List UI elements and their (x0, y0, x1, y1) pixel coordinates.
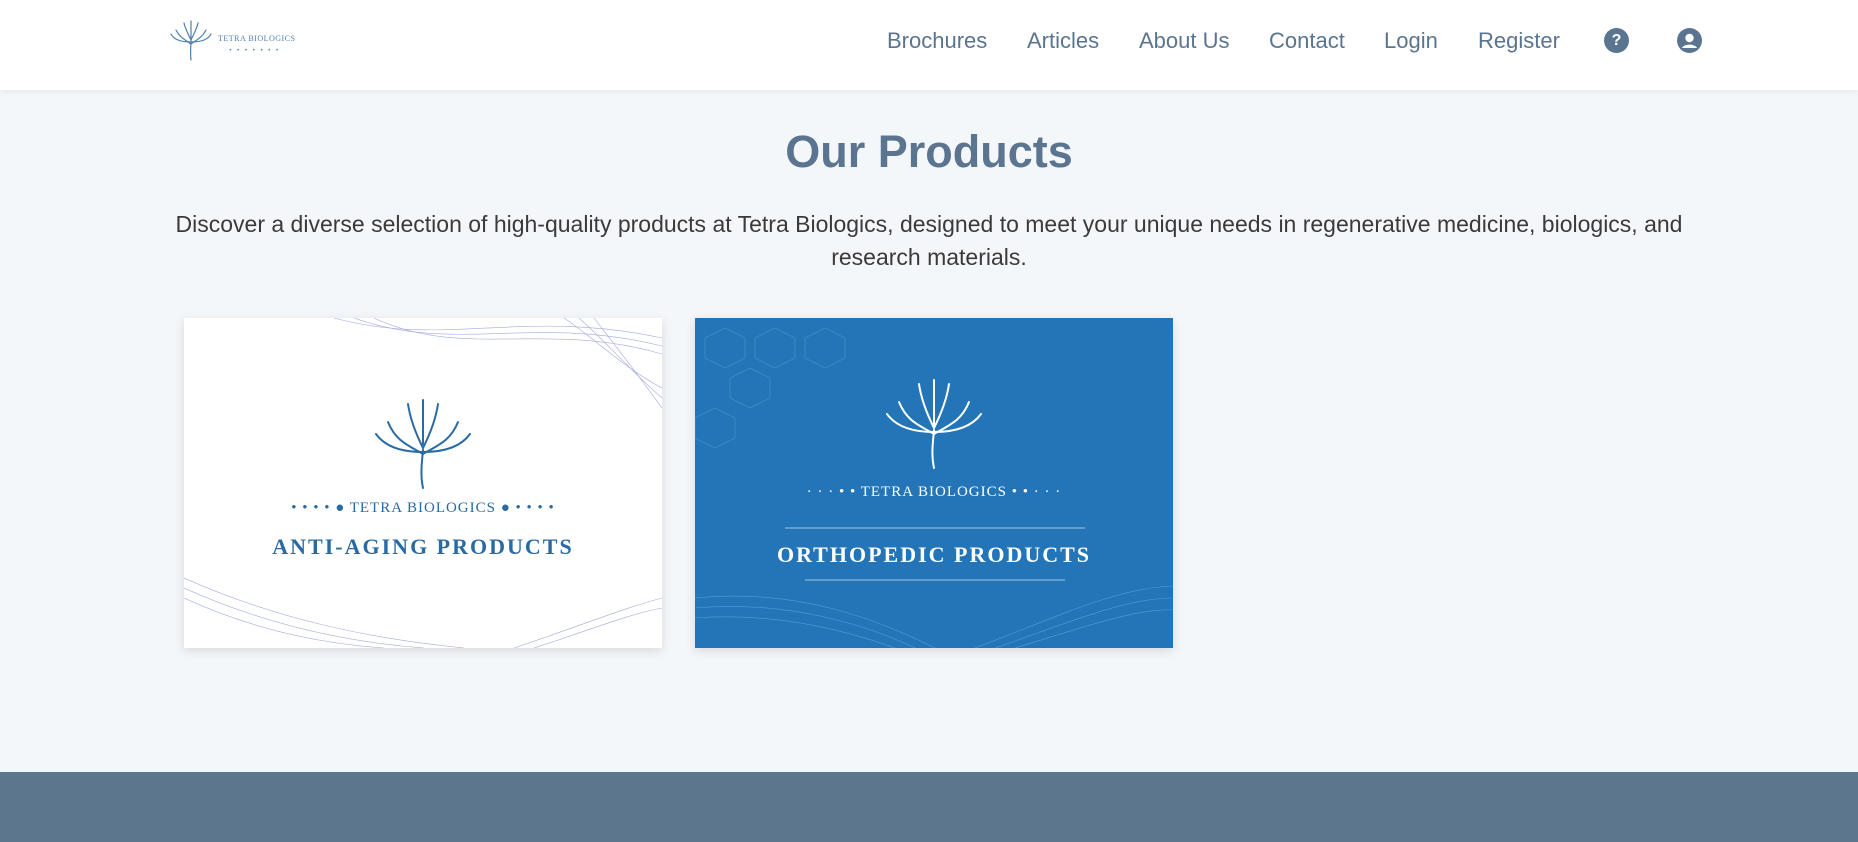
hex-wave-pattern-decoration (695, 327, 1173, 648)
nav-register[interactable]: Register (1478, 28, 1560, 54)
user-glyph-icon (1682, 33, 1697, 48)
nav-brochures[interactable]: Brochures (887, 28, 987, 54)
product-name: ANTI-AGING PRODUCTS (272, 534, 574, 559)
tree-logo-icon (375, 399, 471, 489)
product-name: ORTHOPEDIC PRODUCTS (776, 542, 1092, 567)
tree-logo-icon (170, 20, 212, 61)
page-title: Our Products (785, 126, 1073, 177)
question-circle-icon[interactable]: ? (1604, 28, 1629, 53)
page-intro: Discover a diverse selection of high-qua… (175, 211, 1683, 270)
nav-about-us[interactable]: About Us (1139, 28, 1230, 54)
product-card-anti-aging[interactable]: • • • • ● TETRA BIOLOGICS ● • • • • ANTI… (184, 318, 662, 648)
site-logo[interactable]: TETRA BIOLOGICS • • • • • • • (168, 20, 300, 62)
nav-contact[interactable]: Contact (1269, 28, 1345, 54)
product-brand-line: · · · • • TETRA BIOLOGICS • • · · · (806, 484, 1062, 500)
site-header: TETRA BIOLOGICS • • • • • • • Brochures … (0, 0, 1858, 90)
nav-login[interactable]: Login (1384, 28, 1438, 54)
site-footer (0, 772, 1858, 842)
logo-text: TETRA BIOLOGICS (218, 34, 296, 43)
user-circle-icon[interactable] (1677, 28, 1702, 53)
logo-dots: • • • • • • • (229, 48, 281, 54)
product-brand-line: • • • • ● TETRA BIOLOGICS ● • • • • (291, 500, 555, 516)
product-card-orthopedic[interactable]: · · · • • TETRA BIOLOGICS • • · · · ORTH… (695, 318, 1173, 648)
nav-articles[interactable]: Articles (1027, 28, 1099, 54)
tree-logo-icon (886, 379, 982, 469)
